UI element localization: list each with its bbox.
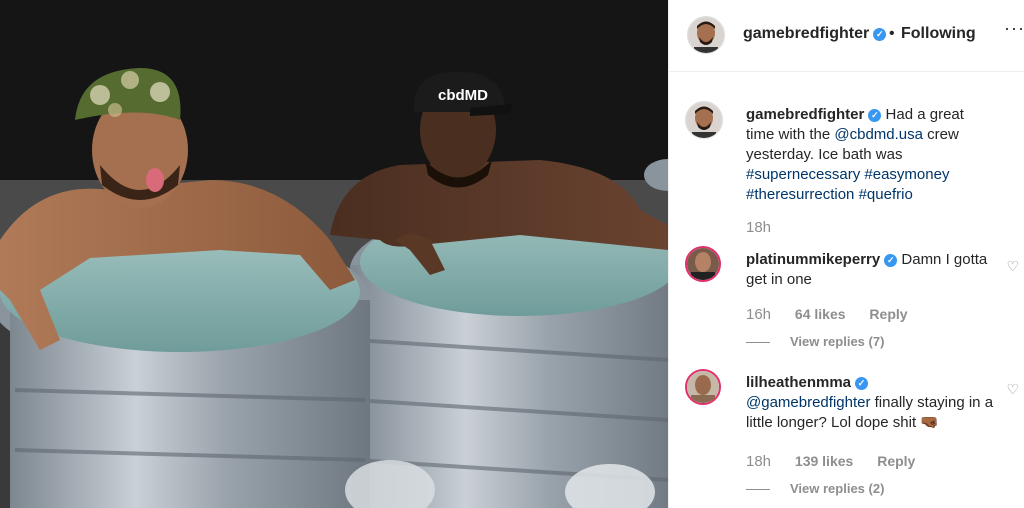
commenter-username-text[interactable]: lilheathenmma [746, 374, 851, 391]
verified-check-icon: ✓ [868, 109, 882, 122]
comment-timestamp[interactable]: 18h [746, 453, 771, 470]
heart-outline-icon[interactable]: ♡ [1006, 258, 1019, 275]
avatar-image [686, 102, 722, 138]
author-username[interactable]: gamebredfighter ✓ [743, 25, 887, 43]
caption-meta: 18h [746, 219, 791, 236]
avatar-image [687, 248, 719, 280]
view-replies-label[interactable]: View replies (2) [790, 481, 884, 496]
comments-panel: gamebredfighter ✓ • Following ··· gamebre… [668, 0, 1024, 508]
hashtag-link[interactable]: #supernecessary [746, 166, 860, 183]
verified-check-icon: ✓ [884, 254, 898, 267]
heart-outline-icon[interactable]: ♡ [1006, 381, 1019, 398]
more-options-icon[interactable]: ··· [1004, 18, 1024, 39]
caption-text: gamebredfighter ✓ Had a great time with t… [746, 105, 996, 205]
comment-text: platinummikeperry ✓ Damn I gotta get in o… [746, 250, 996, 290]
caption-username-text[interactable]: gamebredfighter [746, 106, 864, 123]
replies-divider-line [746, 342, 770, 344]
replies-divider-line [746, 489, 770, 491]
view-replies-button[interactable]: View replies (2) [746, 481, 884, 496]
caption-mention-link[interactable]: @cbdmd.usa [834, 126, 923, 143]
view-replies-label[interactable]: View replies (7) [790, 334, 884, 349]
comment-text: lilheathenmma ✓ @gamebredfighter finally … [746, 373, 996, 433]
avatar-image [688, 17, 724, 53]
comment-meta: 16h 64 likes Reply [746, 306, 928, 323]
author-username-text[interactable]: gamebredfighter [743, 25, 869, 42]
post-photo[interactable]: cbdMD [0, 0, 668, 508]
hashtag-link[interactable]: #quefrio [859, 186, 913, 203]
separator-dot: • [889, 25, 895, 42]
verified-check-icon: ✓ [873, 28, 887, 41]
comment-meta: 18h 139 likes Reply [746, 453, 935, 470]
caption-username[interactable]: gamebredfighter ✓ [746, 106, 882, 123]
commenter-avatar[interactable] [685, 246, 721, 282]
author-avatar[interactable] [687, 16, 725, 54]
cap-logo-text: cbdMD [438, 87, 488, 104]
commenter-avatar[interactable] [685, 369, 721, 405]
view-replies-button[interactable]: View replies (7) [746, 334, 884, 349]
hashtag-link[interactable]: #theresurrection [746, 186, 854, 203]
post-image: cbdMD [0, 0, 668, 508]
commenter-username[interactable]: platinummikeperry ✓ [746, 251, 898, 268]
commenter-username[interactable]: lilheathenmma ✓ [746, 374, 869, 391]
verified-check-icon: ✓ [855, 377, 869, 390]
reply-button[interactable]: Reply [877, 453, 915, 469]
reply-button[interactable]: Reply [869, 306, 907, 322]
commenter-username-text[interactable]: platinummikeperry [746, 251, 880, 268]
hashtag-link[interactable]: #easymoney [864, 166, 949, 183]
caption-avatar[interactable] [685, 101, 723, 139]
post-header: gamebredfighter ✓ • Following ··· [669, 0, 1024, 72]
comment-mention-link[interactable]: @gamebredfighter [746, 394, 870, 411]
comment-likes[interactable]: 139 likes [795, 453, 853, 469]
comment-timestamp[interactable]: 16h [746, 306, 771, 323]
comment-likes[interactable]: 64 likes [795, 306, 846, 322]
following-button[interactable]: Following [901, 25, 976, 43]
caption-timestamp[interactable]: 18h [746, 219, 771, 236]
avatar-image [687, 371, 719, 403]
